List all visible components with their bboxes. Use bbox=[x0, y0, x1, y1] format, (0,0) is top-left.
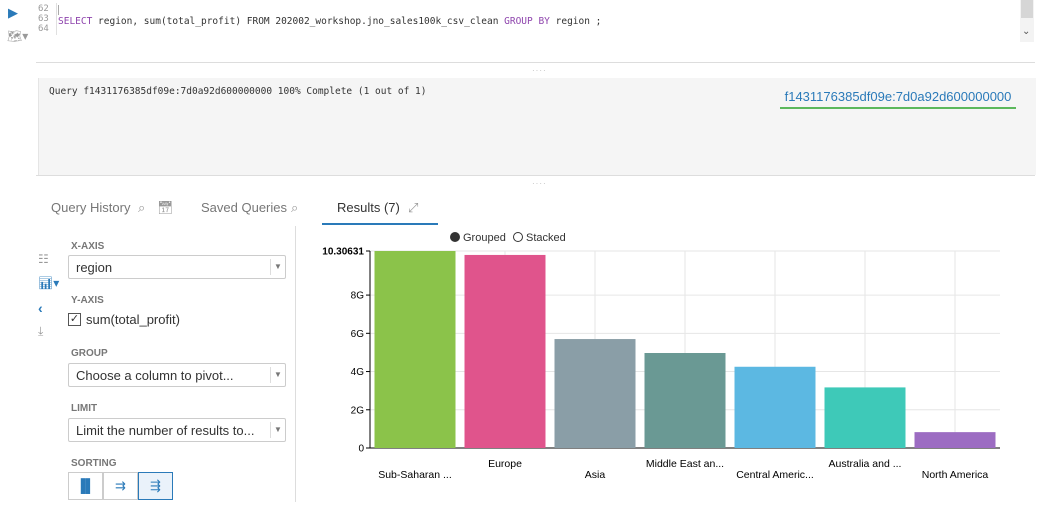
tab-results[interactable]: Results (7) bbox=[337, 200, 400, 215]
chevron-down-icon: ▼ bbox=[270, 422, 285, 438]
bar bbox=[824, 387, 906, 448]
bar-chart: 0 2G 4G 6G 8G 10.30631 Sub-Saharan ... Europe As… bbox=[322, 247, 1000, 481]
bar bbox=[914, 432, 996, 448]
text-cursor bbox=[58, 5, 59, 15]
y-tick-label: 10.30631 bbox=[322, 247, 364, 258]
line-number: 62 bbox=[38, 4, 49, 14]
y-tick-label: 8G bbox=[351, 291, 365, 302]
bar-chart-icon[interactable]: 📊︎▾ bbox=[38, 276, 59, 290]
y-tick-label: 4G bbox=[351, 367, 365, 378]
sort-descending-button[interactable]: ⇶ bbox=[138, 472, 173, 500]
limit-placeholder: Limit the number of results to... bbox=[76, 423, 255, 438]
y-axis-label: Y-AXIS bbox=[71, 295, 104, 306]
tab-saved-queries[interactable]: Saved Queries bbox=[201, 200, 287, 215]
line-number: 64 bbox=[38, 24, 49, 34]
run-query-icon[interactable]: ▶ bbox=[8, 5, 18, 21]
resize-handle[interactable]: ···· bbox=[532, 66, 547, 75]
x-axis-select[interactable]: region ▼ bbox=[68, 255, 286, 279]
sql-text: region, sum(total_profit) FROM 202002_wo… bbox=[92, 16, 505, 27]
group-label: GROUP bbox=[71, 348, 108, 359]
chevron-down-icon: ▼ bbox=[270, 367, 285, 383]
tab-query-history[interactable]: Query History bbox=[51, 200, 130, 215]
grid-view-icon[interactable]: ☷ bbox=[38, 252, 49, 266]
expand-icon[interactable]: ⤢ bbox=[408, 200, 418, 216]
limit-label: LIMIT bbox=[71, 403, 98, 414]
y-tick-label: 2G bbox=[351, 405, 365, 416]
x-axis-value: region bbox=[76, 260, 113, 275]
chevron-down-icon: ▼ bbox=[270, 259, 285, 275]
sort-none-button[interactable]: ▐▌ bbox=[68, 472, 103, 500]
x-tick-label: Middle East an... bbox=[646, 458, 724, 470]
y-axis-checkbox[interactable]: ✓ bbox=[68, 313, 81, 326]
collapse-icon[interactable]: ‹ bbox=[38, 300, 43, 316]
sql-text-tail: region ; bbox=[549, 16, 602, 27]
sql-editor-line[interactable]: SELECT region, sum(total_profit) FROM 20… bbox=[58, 16, 601, 27]
y-tick-label: 0 bbox=[358, 444, 364, 455]
sql-keyword-select: SELECT bbox=[58, 16, 93, 27]
x-axis-label: X-AXIS bbox=[71, 241, 105, 252]
settings-divider bbox=[295, 226, 296, 502]
map-icon[interactable]: 🗺︎▾ bbox=[7, 29, 28, 43]
x-tick-label: Asia bbox=[585, 469, 606, 481]
search-icon[interactable]: ⌕ bbox=[291, 200, 298, 216]
group-placeholder: Choose a column to pivot... bbox=[76, 368, 234, 383]
sort-ascending-button[interactable]: ⇉ bbox=[103, 472, 138, 500]
query-log-message: Query f1431176385df09e:7d0a92d600000000 … bbox=[49, 86, 427, 97]
editor-scroll-thumb[interactable] bbox=[1021, 0, 1033, 18]
job-link[interactable]: f1431176385df09e:7d0a92d600000000 bbox=[780, 89, 1016, 109]
x-tick-label: Central Americ... bbox=[736, 469, 814, 481]
sorting-label: SORTING bbox=[71, 458, 117, 469]
active-tab-indicator bbox=[322, 223, 438, 225]
x-tick-label: North America bbox=[922, 469, 989, 481]
bar bbox=[734, 366, 816, 448]
sql-keyword-group-by: GROUP BY bbox=[504, 16, 550, 27]
bar bbox=[644, 353, 726, 448]
calendar-icon[interactable]: 📅︎ bbox=[157, 200, 174, 216]
resize-handle[interactable]: ···· bbox=[532, 179, 547, 188]
log-divider bbox=[36, 175, 1035, 176]
x-tick-label: Europe bbox=[488, 458, 522, 470]
line-numbers: 62 63 64 bbox=[38, 4, 49, 34]
x-tick-label: Australia and ... bbox=[829, 458, 902, 470]
bar bbox=[554, 339, 636, 448]
editor-divider bbox=[36, 62, 1035, 63]
y-tick-label: 6G bbox=[351, 329, 365, 340]
scroll-down-icon[interactable]: ⌄ bbox=[1022, 26, 1030, 37]
bar bbox=[464, 254, 546, 448]
search-icon[interactable]: ⌕ bbox=[138, 200, 145, 216]
line-number: 63 bbox=[38, 14, 49, 24]
y-axis-column-label: sum(total_profit) bbox=[86, 312, 180, 327]
group-select[interactable]: Choose a column to pivot... ▼ bbox=[68, 363, 286, 387]
editor-gutter-divider bbox=[56, 3, 57, 35]
limit-select[interactable]: Limit the number of results to... ▼ bbox=[68, 418, 286, 442]
x-tick-label: Sub-Saharan ... bbox=[378, 469, 452, 481]
bar bbox=[374, 251, 456, 448]
download-icon[interactable]: ⤓ bbox=[38, 324, 43, 339]
